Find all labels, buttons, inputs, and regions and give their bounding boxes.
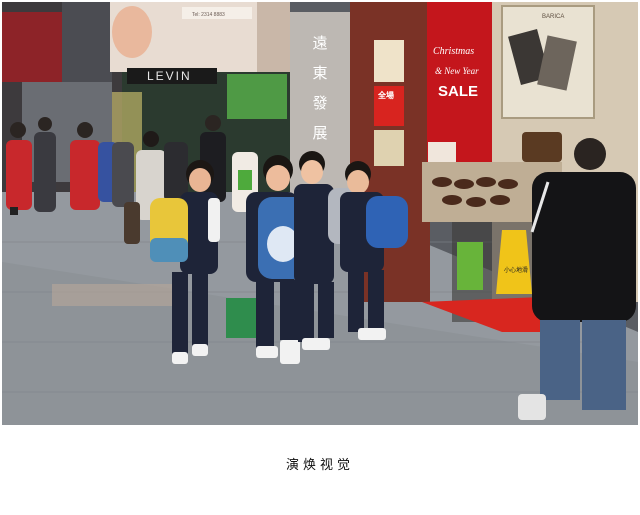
vertical-sign-char-1: 遠 — [312, 35, 327, 52]
green-shopping-bag — [226, 298, 258, 338]
window-chinese-sign: 全場 — [377, 90, 394, 100]
promo-new-year: & New Year — [435, 66, 479, 76]
green-bin — [457, 242, 483, 290]
billboard-contact-text: Tel: 2314 8883 — [192, 12, 225, 18]
street-photo: Tel: 2314 8883 LEVIN 遠 東 發 展 全場 Christma… — [2, 2, 638, 425]
vertical-sign-char-4: 展 — [312, 126, 327, 142]
caution-sign-text: 小心地滑 — [504, 266, 528, 274]
blue-backpack-small — [366, 196, 408, 248]
vertical-sign-char-2: 東 — [312, 65, 327, 82]
promo-christmas: Christmas — [433, 46, 474, 57]
photo-caption: 演焕视觉 — [285, 458, 354, 473]
caution-sign — [496, 230, 532, 294]
levin-store-sign: LEVIN — [147, 69, 192, 83]
brand-sign: BARICA — [542, 14, 564, 20]
promo-sale: SALE — [438, 83, 478, 100]
vertical-sign-char-3: 發 — [312, 95, 327, 112]
